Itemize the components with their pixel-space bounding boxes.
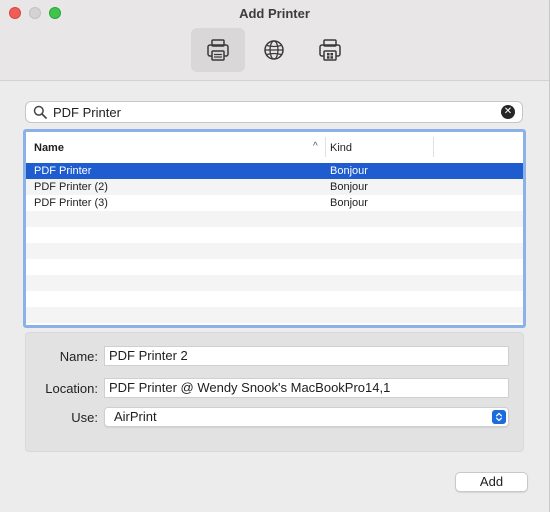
printer-details-panel: Name: PDF Printer 2 Location: PDF Printe…	[25, 332, 524, 452]
title-bar: Add Printer	[0, 0, 549, 81]
name-label: Name:	[59, 349, 98, 364]
empty-table-row	[26, 211, 523, 227]
table-row[interactable]: PDF Printer (2) Bonjour	[26, 179, 523, 195]
add-button[interactable]: Add	[455, 472, 528, 492]
printer-name-field[interactable]: PDF Printer 2	[104, 346, 509, 366]
column-header-name[interactable]: Name	[34, 142, 64, 154]
row-printer-kind: Bonjour	[330, 181, 368, 193]
printer-search-field[interactable]: ✕	[25, 101, 523, 123]
table-row[interactable]: PDF Printer (3) Bonjour	[26, 195, 523, 211]
column-divider[interactable]	[325, 137, 326, 157]
column-header-kind[interactable]: Kind	[330, 142, 352, 154]
use-label: Use:	[71, 410, 98, 425]
add-printer-window: Add Printer PDF Printer ✕ Name ^ Kind PD…	[0, 0, 550, 512]
search-input[interactable]	[53, 103, 493, 121]
toolbar-ip-button[interactable]	[247, 28, 301, 72]
use-driver-popup[interactable]: AirPrint	[104, 407, 509, 427]
row-printer-kind: Bonjour	[330, 197, 368, 209]
table-row[interactable]: PDF Printer Bonjour	[26, 163, 523, 179]
use-selected-value: AirPrint	[114, 409, 157, 424]
column-divider[interactable]	[433, 137, 434, 157]
table-body: PDF Printer Bonjour PDF Printer (2) Bonjour…	[26, 163, 523, 323]
toolbar-default-button[interactable]	[191, 28, 245, 72]
table-header: Name ^ Kind	[26, 132, 523, 164]
row-printer-kind: Bonjour	[330, 165, 368, 177]
clear-search-icon[interactable]: ✕	[501, 105, 515, 119]
empty-table-row	[26, 243, 523, 259]
empty-table-row	[26, 307, 523, 323]
empty-table-row	[26, 259, 523, 275]
window-title: Add Printer	[239, 6, 310, 21]
row-printer-name: PDF Printer (2)	[34, 181, 108, 193]
toolbar-windows-button[interactable]	[303, 28, 357, 72]
row-printer-name: PDF Printer	[34, 165, 92, 177]
sort-ascending-icon: ^	[313, 141, 318, 152]
windows-printer-icon	[319, 39, 341, 61]
default-printer-icon	[207, 39, 229, 61]
globe-icon	[264, 40, 284, 60]
empty-table-row	[26, 227, 523, 243]
popup-chevron-icon	[492, 410, 506, 424]
printer-list-table: Name ^ Kind PDF Printer Bonjour PDF Printe…	[23, 129, 526, 328]
row-printer-name: PDF Printer (3)	[34, 197, 108, 209]
empty-table-row	[26, 291, 523, 307]
search-icon	[33, 105, 47, 119]
location-label: Location:	[45, 381, 98, 396]
empty-table-row	[26, 275, 523, 291]
printer-location-field[interactable]: PDF Printer @ Wendy Snook's MacBookPro14…	[104, 378, 509, 398]
